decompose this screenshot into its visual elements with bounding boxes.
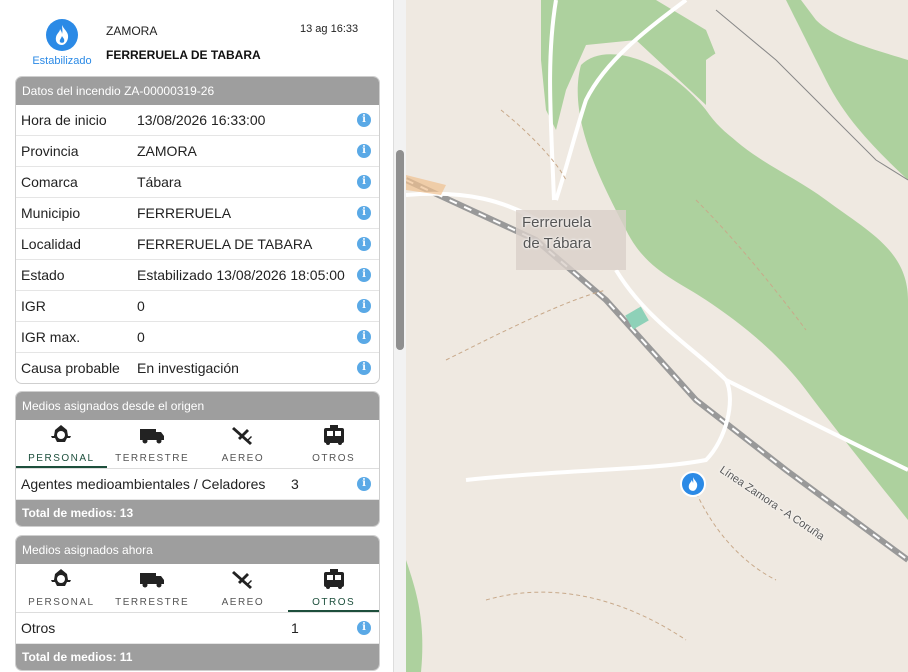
incident-panel: Estabilizado ZAMORA 13 ag 16:33 FERRERUE… bbox=[0, 0, 394, 672]
map-view[interactable]: Ferreruela de Tábara Línea Zamora - A Co… bbox=[406, 0, 908, 672]
resource-name: Agentes medioambientales / Celadores bbox=[21, 476, 266, 492]
panel-scrollbar[interactable] bbox=[394, 0, 406, 672]
row-label: Provincia bbox=[21, 143, 79, 159]
fire-engine-icon bbox=[323, 425, 344, 445]
data-row-igr-max: IGR max. 0 i bbox=[16, 322, 379, 353]
tab-aereo[interactable]: AEREO bbox=[198, 420, 289, 468]
info-icon[interactable]: i bbox=[357, 299, 371, 313]
row-value: ZAMORA bbox=[137, 143, 197, 159]
resource-count: 3 bbox=[291, 476, 299, 492]
row-label: Hora de inicio bbox=[21, 112, 107, 128]
info-icon[interactable]: i bbox=[357, 144, 371, 158]
status-label: Estabilizado bbox=[32, 55, 92, 67]
info-icon[interactable]: i bbox=[357, 237, 371, 251]
incident-header: Estabilizado ZAMORA 13 ag 16:33 FERRERUE… bbox=[0, 0, 393, 74]
firefighter-icon bbox=[51, 569, 72, 586]
tab-otros[interactable]: OTROS bbox=[288, 420, 379, 468]
truck-icon bbox=[140, 429, 165, 444]
tab-label: PERSONAL bbox=[28, 597, 95, 608]
row-value: 0 bbox=[137, 329, 145, 345]
current-resources-title: Medios asignados ahora bbox=[16, 536, 379, 564]
incident-data-title: Datos del incendio ZA-00000319-26 bbox=[16, 77, 379, 105]
row-label: IGR max. bbox=[21, 329, 81, 345]
tab-label: TERRESTRE bbox=[115, 597, 190, 608]
road bbox=[465, 268, 732, 482]
resource-row: Agentes medioambientales / Celadores 3 i bbox=[16, 469, 379, 500]
row-label: Comarca bbox=[21, 174, 78, 190]
tab-aereo[interactable]: AEREO bbox=[198, 564, 289, 612]
info-icon[interactable]: i bbox=[357, 268, 371, 282]
origin-resource-tabs: PERSONAL TERRESTRE AEREO OTROS bbox=[16, 420, 379, 469]
row-label: Localidad bbox=[21, 236, 81, 252]
origin-total: Total de medios: 13 bbox=[16, 500, 379, 526]
info-icon[interactable]: i bbox=[357, 477, 371, 491]
row-value: Estabilizado 13/08/2026 18:05:00 bbox=[137, 267, 345, 283]
origin-resources-card: Medios asignados desde el origen PERSONA… bbox=[15, 391, 380, 527]
row-value: FERRERUELA DE TABARA bbox=[137, 236, 313, 252]
data-row-igr: IGR 0 i bbox=[16, 291, 379, 322]
town-label: de Tábara bbox=[523, 235, 592, 252]
info-icon[interactable]: i bbox=[357, 206, 371, 220]
track bbox=[445, 289, 607, 361]
data-row-municipio: Municipio FERRERUELA i bbox=[16, 198, 379, 229]
data-row-localidad: Localidad FERRERUELA DE TABARA i bbox=[16, 229, 379, 260]
tab-otros[interactable]: OTROS bbox=[288, 564, 379, 612]
tab-label: TERRESTRE bbox=[115, 453, 190, 464]
row-value: En investigación bbox=[137, 360, 239, 376]
resource-name: Otros bbox=[21, 620, 56, 636]
row-value: 13/08/2026 16:33:00 bbox=[137, 112, 266, 128]
row-value: FERRERUELA bbox=[137, 205, 232, 221]
origin-resources-title: Medios asignados desde el origen bbox=[16, 392, 379, 420]
scrollbar-thumb[interactable] bbox=[396, 150, 404, 350]
data-row-causa: Causa probable En investigación i bbox=[16, 353, 379, 383]
plane-icon bbox=[231, 427, 252, 445]
tab-label: AEREO bbox=[221, 453, 265, 464]
info-icon[interactable]: i bbox=[357, 361, 371, 375]
resource-row: Otros 1 i bbox=[16, 613, 379, 644]
data-row-comarca: Comarca Tábara i bbox=[16, 167, 379, 198]
tab-terrestre[interactable]: TERRESTRE bbox=[107, 564, 198, 612]
tab-label: PERSONAL bbox=[28, 453, 95, 464]
resource-count: 1 bbox=[291, 620, 299, 636]
fire-status-icon bbox=[46, 19, 78, 51]
data-row-hora: Hora de inicio 13/08/2026 16:33:00 i bbox=[16, 105, 379, 136]
row-label: IGR bbox=[21, 298, 46, 314]
data-row-provincia: Provincia ZAMORA i bbox=[16, 136, 379, 167]
current-total: Total de medios: 11 bbox=[16, 644, 379, 670]
town-label: Ferreruela bbox=[522, 214, 592, 231]
row-value: Tábara bbox=[137, 174, 182, 190]
forest-area bbox=[406, 560, 423, 672]
current-resources-card: Medios asignados ahora PERSONAL TERRESTR… bbox=[15, 535, 380, 671]
firefighter-icon bbox=[51, 425, 72, 442]
row-label: Municipio bbox=[21, 205, 81, 221]
info-icon[interactable]: i bbox=[357, 175, 371, 189]
tab-label: AEREO bbox=[221, 597, 265, 608]
incident-data-card: Datos del incendio ZA-00000319-26 Hora d… bbox=[15, 76, 380, 384]
plane-icon bbox=[231, 571, 252, 589]
track bbox=[485, 591, 687, 641]
row-label: Causa probable bbox=[21, 360, 120, 376]
header-province: ZAMORA bbox=[106, 24, 158, 38]
tab-label: OTROS bbox=[312, 453, 356, 464]
tab-label: OTROS bbox=[312, 597, 356, 608]
map-background bbox=[406, 0, 908, 672]
info-icon[interactable]: i bbox=[357, 621, 371, 635]
current-resource-tabs: PERSONAL TERRESTRE AEREO OTROS bbox=[16, 564, 379, 613]
industrial-area bbox=[406, 175, 446, 195]
header-municipality: FERRERUELA DE TABARA bbox=[106, 48, 261, 62]
info-icon[interactable]: i bbox=[357, 113, 371, 127]
info-icon[interactable]: i bbox=[357, 330, 371, 344]
truck-icon bbox=[140, 573, 165, 588]
fire-marker-icon[interactable] bbox=[680, 471, 706, 497]
tab-terrestre[interactable]: TERRESTRE bbox=[107, 420, 198, 468]
row-value: 0 bbox=[137, 298, 145, 314]
data-row-estado: Estado Estabilizado 13/08/2026 18:05:00 i bbox=[16, 260, 379, 291]
tab-personal[interactable]: PERSONAL bbox=[16, 420, 107, 468]
row-label: Estado bbox=[21, 267, 65, 283]
fire-engine-icon bbox=[323, 569, 344, 589]
header-date: 13 ag 16:33 bbox=[300, 23, 359, 35]
tab-personal[interactable]: PERSONAL bbox=[16, 564, 107, 612]
